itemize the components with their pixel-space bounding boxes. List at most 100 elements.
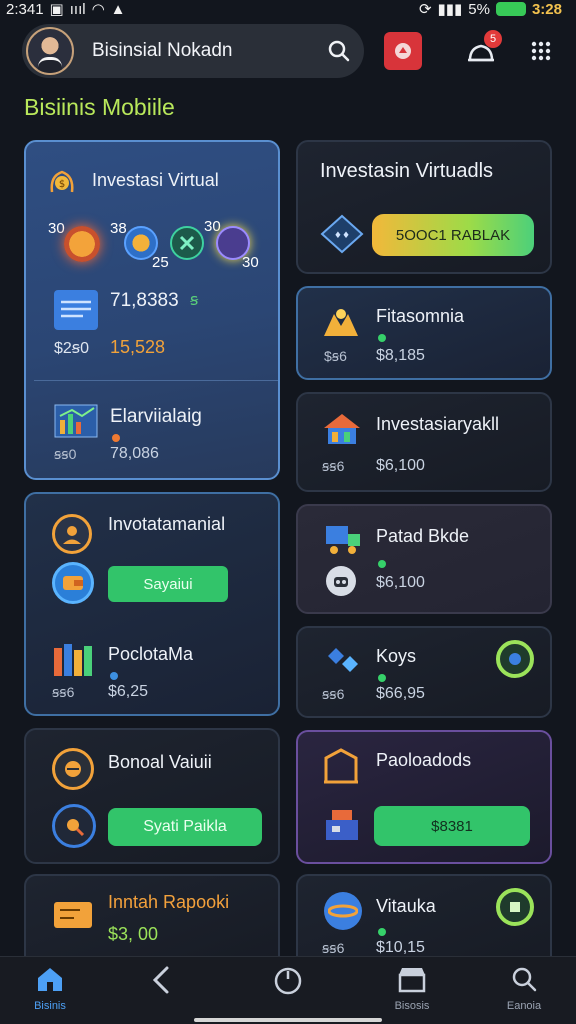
stat-suffix: ꞩ [190,292,199,309]
value-amount: $6,100 [376,574,425,591]
card-title: Investasi Virtual [92,170,219,190]
diamond-icon: ♦♦ [320,214,364,254]
value-amount: $6,25 [108,683,149,700]
card-title: Bonoal Vaiuii [108,752,212,772]
gate-icon [322,748,360,784]
status-bar: 2:341 ▣ ıııl ◠ ▲ ⟳ ▮▮▮ 5% 3:28 [0,0,576,19]
search-bar[interactable]: Bisinsial Nokadn [22,24,364,78]
sub-value: 78,086 [110,445,159,462]
action-button[interactable]: Sayaiui [108,566,228,602]
card-title: Vitauka [376,896,436,916]
value-amount: $8,185 [376,347,425,364]
nav-item-back[interactable] [132,965,192,1000]
action-button[interactable]: Syati Paikla [108,808,262,846]
nav-item-home[interactable]: Bisinis [20,965,80,1012]
notification-icon: ▲ [110,0,126,18]
wallet-icon [52,562,94,604]
building-icon [322,412,362,446]
card-title: Koys [376,646,417,666]
coin-orange-icon [64,226,100,262]
currency-badge-icon[interactable] [496,888,534,926]
status-dot [378,560,386,568]
status-time: 2:341 [6,0,44,18]
image-icon: ▣ [49,1,64,18]
value-label: ꞩꞩ6 [322,458,345,474]
card-koys[interactable]: Koys ꞩꞩ6 $66,95 [296,626,552,718]
card-investasi-virtual[interactable]: $ Investasi Virtual 30 38 25 30 30 71,83… [24,140,280,480]
card-title: Patad Bkde [376,526,470,546]
robot-icon [326,566,356,596]
stat-value: 71,8383 [110,290,179,311]
card-fitasomnia[interactable]: Fitasomnia $ꞩ6 $8,185 [296,286,552,380]
notification-badge: 5 [484,30,502,48]
status-dot [378,928,386,936]
planet-icon [324,892,362,930]
card-investasi-virtuadls[interactable]: Investasin Virtuadls ♦♦ 5OOC1 RABLAK [296,140,552,274]
value-amount: 15,528 [110,337,166,357]
battery-icon [495,2,526,16]
apps-grid-icon[interactable] [522,32,560,70]
card-title: Fitasomnia [376,306,465,326]
home-indicator [194,1018,382,1022]
value-label: ꞩꞩ6 [52,684,75,700]
card-invotatamanial[interactable]: Invotatamanial Sayaiui PoclotaMa ꞩꞩ6 $6,… [24,492,280,716]
card-paoloadods[interactable]: Paoloadods $8381 [296,730,552,864]
coin-slot-icon [52,748,94,790]
nav-item-store[interactable]: Bisosis [382,965,442,1012]
nav-item-power[interactable] [258,965,318,1000]
nav-label: Bisinis [34,1000,66,1012]
nav-label: Eanoia [506,1000,542,1012]
coin-number: 30 [242,254,259,271]
card-bonoal-vaiuii[interactable]: Bonoal Vaiuii Syati Paikla [24,728,280,864]
card-title: Investasin Virtuadls [320,160,494,182]
nav-item-search[interactable]: Eanoia [494,965,554,1012]
search-icon[interactable] [326,38,352,64]
search-icon [510,965,538,998]
app-shortcut-icon[interactable] [384,32,422,70]
coin-number: 30 [48,220,65,237]
card-divider [34,380,278,381]
bottom-nav: Bisinis Bisosis Eanoia [0,956,576,1024]
search-title: Bisinsial Nokadn [92,40,233,61]
home-icon [35,965,65,998]
card-title: Inntah Rapooki [108,892,230,912]
value-label: ꞩꞩ6 [322,686,345,702]
back-icon [149,965,175,1000]
card-patad-bkde[interactable]: Patad Bkde $6,100 [296,504,552,614]
status-dot [378,674,386,682]
promo-pill[interactable]: 5OOC1 RABLAK [372,214,534,256]
battery-percent: 5% [468,0,490,18]
status-right: ⟳ ▮▮▮ 5% 3:28 [418,0,562,19]
value-label: $ꞩ6 [324,348,347,364]
profile-coin-icon [52,514,92,554]
svg-text:$: $ [59,179,65,190]
card-investasiaryakll[interactable]: Investasiaryakll ꞩꞩ6 $6,100 [296,392,552,492]
books-icon [52,640,96,678]
gems-icon [324,644,364,678]
value-amount: $3, 00 [108,924,159,944]
status-dot [378,334,386,342]
magnifier-coin-icon [52,804,96,848]
sync-icon: ⟳ [418,1,432,18]
amount-pill[interactable]: $8381 [374,806,530,846]
svg-text:♦♦: ♦♦ [334,231,350,241]
avatar[interactable] [26,27,74,75]
card-title: Paoloadods [376,750,472,770]
ticket-icon [52,898,94,932]
coin-green-icon [170,226,204,260]
nav-label: Bisosis [394,1000,430,1012]
hand-coins-icon [320,306,362,340]
notification-bell-icon[interactable]: 5 [462,30,502,70]
card-title: Investasiaryakll [376,414,500,434]
value-amount: $66,95 [376,685,425,702]
card-subtitle: PoclotaMa [108,644,194,664]
coin-number: 25 [152,254,169,271]
sub-label: ꞩꞩ0 [54,446,77,462]
status-time-right: 3:28 [531,0,562,18]
shield-badge-icon[interactable] [496,640,534,678]
status-left: 2:341 ▣ ıııl ◠ ▲ [6,0,126,19]
value-label: ꞩꞩ6 [322,940,345,956]
cell-signal-icon: ▮▮▮ [437,1,463,18]
value-amount: $6,100 [376,457,425,474]
coin-number: 38 [110,220,127,237]
